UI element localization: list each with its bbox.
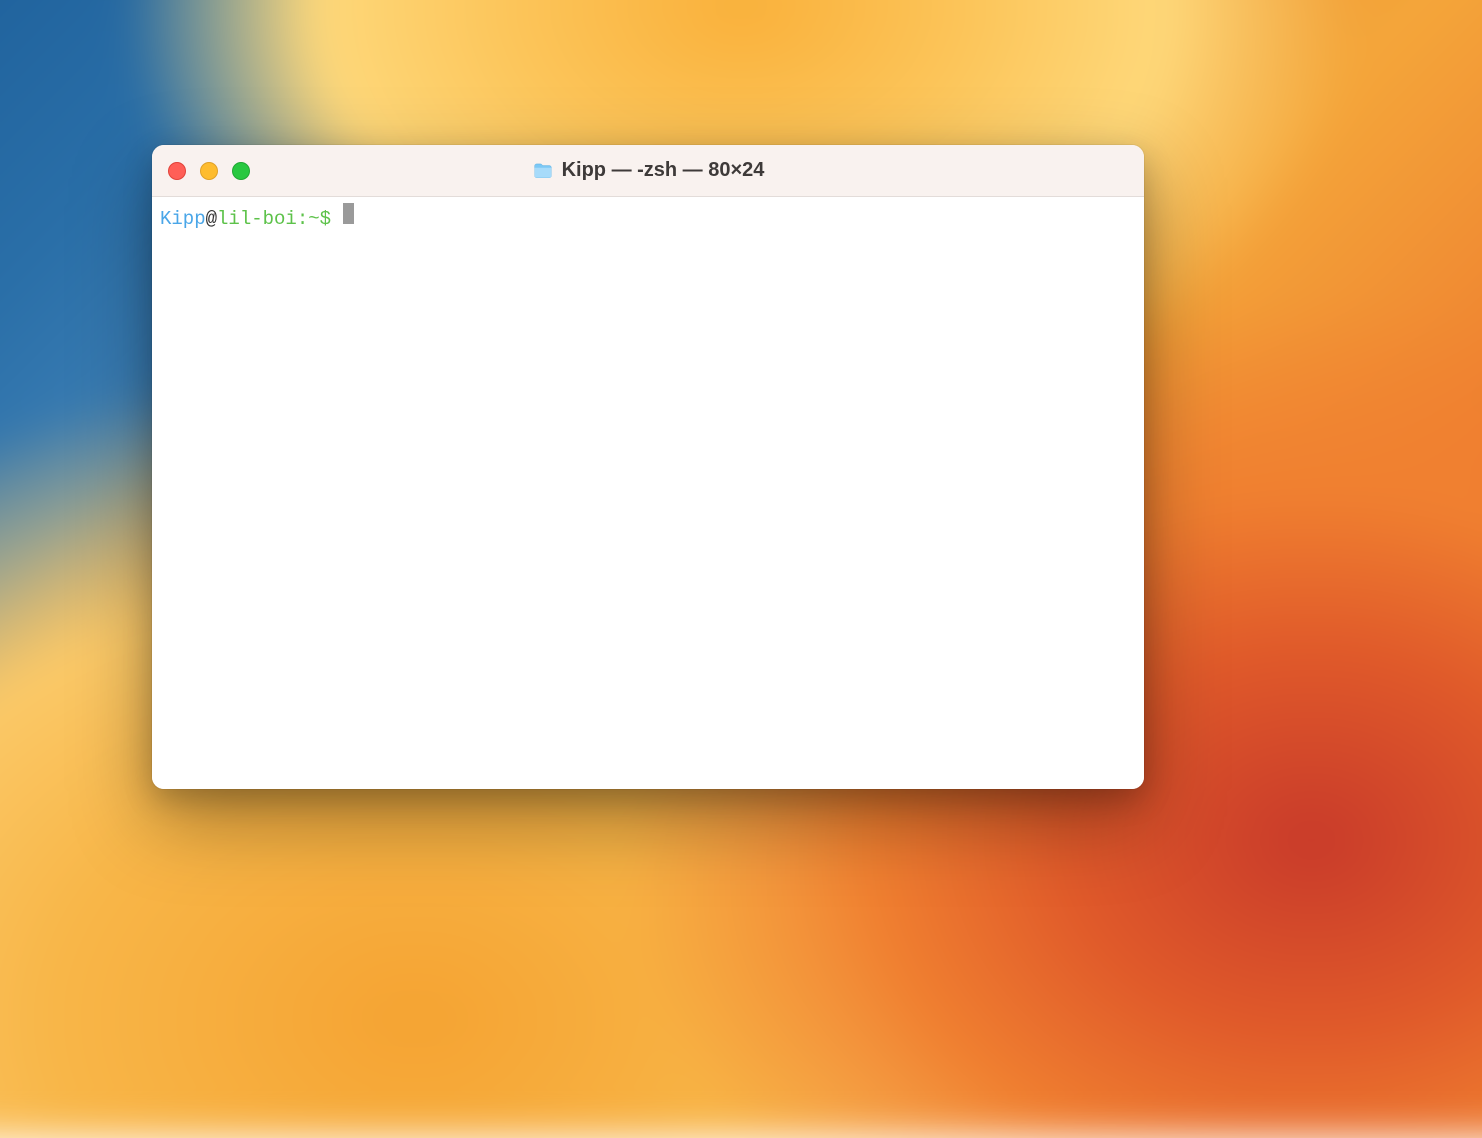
terminal-body[interactable]: Kipp@lil-boi:~$ xyxy=(152,197,1144,789)
zoom-button[interactable] xyxy=(232,162,250,180)
prompt-at: @ xyxy=(206,207,217,232)
prompt-line: Kipp@lil-boi:~$ xyxy=(160,203,1136,232)
title-center: Kipp — -zsh — 80×24 xyxy=(152,159,1144,182)
terminal-window: Kipp — -zsh — 80×24 Kipp@lil-boi:~$ xyxy=(152,145,1144,789)
titlebar[interactable]: Kipp — -zsh — 80×24 xyxy=(152,145,1144,197)
prompt-space xyxy=(331,207,342,232)
prompt-path: ~ xyxy=(308,207,319,232)
cursor xyxy=(343,203,354,224)
prompt-user: Kipp xyxy=(160,207,206,232)
close-button[interactable] xyxy=(168,162,186,180)
folder-icon xyxy=(532,160,554,182)
prompt-symbol: $ xyxy=(320,207,331,232)
traffic-lights xyxy=(168,162,250,180)
prompt-host: lil-boi xyxy=(217,207,297,232)
prompt-separator: : xyxy=(297,207,308,232)
window-title: Kipp — -zsh — 80×24 xyxy=(562,159,765,182)
minimize-button[interactable] xyxy=(200,162,218,180)
